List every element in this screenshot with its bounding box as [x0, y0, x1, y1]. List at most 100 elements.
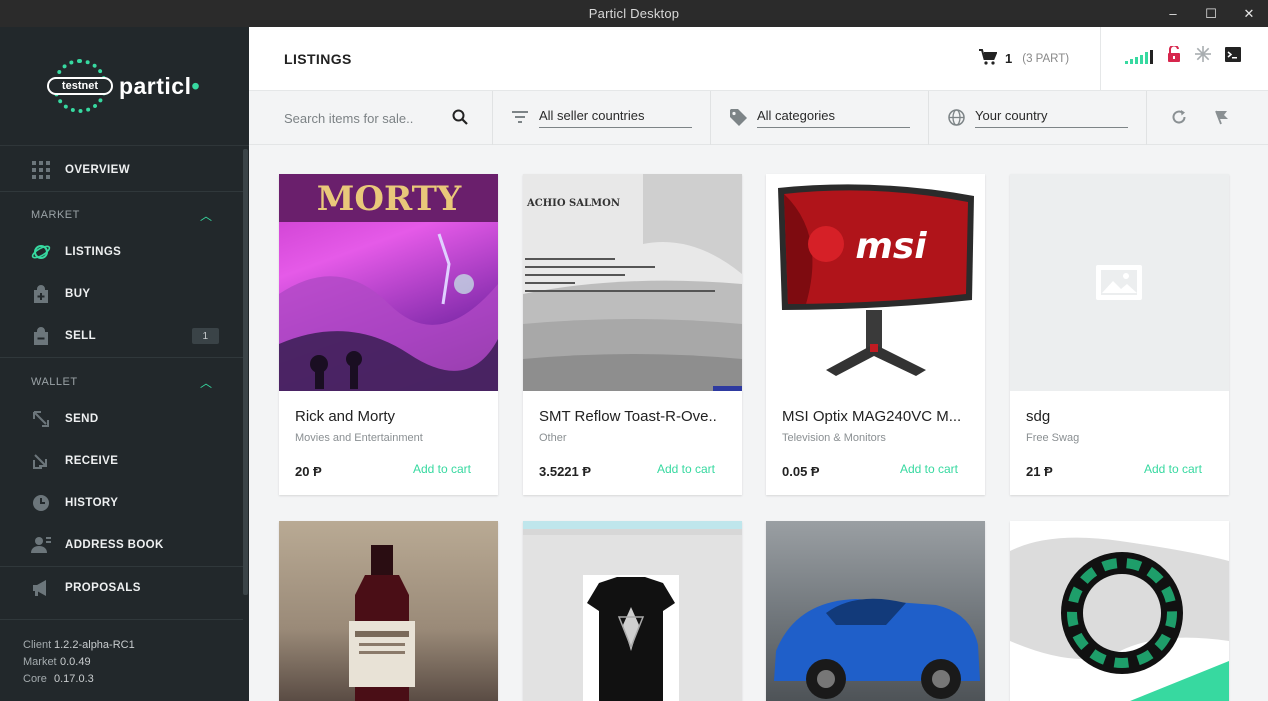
section-label-market: MARKET	[31, 209, 80, 221]
divider	[1146, 91, 1147, 145]
sidebar-scrollbar[interactable]	[243, 149, 248, 595]
brand-dot-icon: •	[191, 72, 201, 99]
image-placeholder-icon	[1096, 265, 1142, 300]
arrow-down-right-icon	[31, 451, 51, 471]
seller-country-value: All seller countries	[539, 108, 692, 128]
page-header: LISTINGS 1 (3 PART)	[249, 27, 1268, 91]
listing-title[interactable]: Rick and Morty	[295, 408, 485, 425]
listing-card[interactable]	[279, 521, 498, 701]
listing-category: Movies and Entertainment	[295, 432, 423, 444]
listing-category: Television & Monitors	[782, 432, 886, 444]
refresh-icon[interactable]	[1171, 109, 1187, 130]
close-button[interactable]: ✕	[1230, 0, 1268, 27]
window-title: Particl Desktop	[588, 6, 680, 21]
sidebar-item-buy[interactable]: BUY	[0, 273, 243, 315]
sidebar-item-label: LISTINGS	[65, 246, 122, 258]
listing-title[interactable]: sdg	[1026, 408, 1216, 425]
listing-image[interactable]	[1010, 521, 1229, 701]
listing-image[interactable]: msi	[766, 174, 985, 391]
listing-card[interactable]: msi MSI Optix MAG240VC M... Television &…	[766, 174, 985, 495]
listing-card[interactable]	[1010, 521, 1229, 701]
sidebar-item-listings[interactable]: LISTINGS	[0, 231, 243, 273]
listing-title[interactable]: SMT Reflow Toast-R-Ove..	[539, 408, 729, 425]
listing-price: 0.05 Ᵽ	[782, 464, 820, 479]
search-input[interactable]: Search items for sale..	[284, 111, 413, 126]
listing-price: 20 Ᵽ	[295, 464, 322, 479]
search-icon[interactable]	[452, 109, 468, 130]
chevron-up-icon[interactable]: ︿	[200, 207, 212, 224]
listing-category: Free Swag	[1026, 432, 1080, 444]
flag-icon[interactable]	[1214, 109, 1231, 131]
sidebar-item-label: OVERVIEW	[65, 164, 130, 176]
image-caption-text: ACHIO SALMON	[526, 198, 620, 209]
contact-icon	[31, 535, 51, 555]
cart-total: (3 PART)	[1022, 52, 1070, 65]
listing-card[interactable]	[766, 521, 985, 701]
listing-image[interactable]	[1010, 174, 1229, 391]
listing-title[interactable]: MSI Optix MAG240VC M...	[782, 408, 972, 425]
clock-icon	[31, 493, 51, 513]
listing-card[interactable]: MORTY Rick and Morty Movies and Entertai…	[279, 174, 498, 495]
divider	[1100, 27, 1101, 91]
sidebar-item-history[interactable]: HISTORY	[0, 482, 243, 524]
market-label: Market	[23, 656, 57, 668]
cart-icon	[979, 49, 998, 68]
maximize-button[interactable]: ☐	[1192, 0, 1230, 27]
sidebar-item-send[interactable]: SEND	[0, 398, 243, 440]
listing-card[interactable]	[523, 521, 742, 701]
brand[interactable]: testnet particl•	[0, 27, 249, 146]
cart-count: 1	[1005, 51, 1013, 66]
listing-image[interactable]	[523, 521, 742, 701]
console-icon[interactable]	[1225, 46, 1241, 67]
add-to-cart-button[interactable]: Add to cart	[413, 462, 471, 476]
particl-logo: testnet	[46, 55, 113, 117]
listing-image[interactable]: ACHIO SALMON	[523, 174, 742, 391]
signal-icon[interactable]	[1125, 49, 1153, 64]
sidebar-item-label: ADDRESS BOOK	[65, 539, 164, 551]
staking-icon[interactable]	[1195, 46, 1211, 67]
add-to-cart-button[interactable]: Add to cart	[1144, 462, 1202, 476]
page-title: LISTINGS	[284, 51, 352, 67]
listing-image[interactable]	[279, 521, 498, 701]
filter-list-icon	[511, 108, 529, 126]
sidebar-item-address-book[interactable]: ADDRESS BOOK	[0, 524, 243, 566]
listing-price: 3.5221 Ᵽ	[539, 464, 592, 479]
add-to-cart-button[interactable]: Add to cart	[900, 462, 958, 476]
add-to-cart-button[interactable]: Add to cart	[657, 462, 715, 476]
sidebar-item-proposals[interactable]: PROPOSALS	[0, 567, 243, 609]
listing-card[interactable]: sdg Free Swag 21 Ᵽ Add to cart	[1010, 174, 1229, 495]
tag-icon	[729, 108, 747, 126]
listing-image[interactable]	[766, 521, 985, 701]
sidebar-item-label: RECEIVE	[65, 455, 119, 467]
cart-button[interactable]: 1 (3 PART)	[979, 49, 1069, 68]
sidebar-item-sell[interactable]: SELL 1	[0, 315, 243, 357]
divider	[492, 91, 493, 145]
planet-icon	[31, 242, 51, 262]
sidebar-item-label: SEND	[65, 413, 99, 425]
client-version: 1.2.2-alpha-RC1	[54, 639, 135, 651]
chevron-up-icon[interactable]: ︿	[200, 374, 212, 391]
title-bar: Particl Desktop – ☐ ✕	[0, 0, 1268, 27]
morty-title-text: MORTY	[317, 179, 462, 219]
divider	[928, 91, 929, 145]
minimize-button[interactable]: –	[1154, 0, 1192, 27]
divider	[0, 191, 243, 192]
brand-name: particl•	[118, 72, 201, 99]
listing-card[interactable]: ACHIO SALMON SMT Reflow Toast-R-Ove.. Ot…	[523, 174, 742, 495]
country-value: Your country	[975, 108, 1128, 128]
sidebar-item-receive[interactable]: RECEIVE	[0, 440, 243, 482]
listing-image[interactable]: MORTY	[279, 174, 498, 391]
testnet-badge: testnet	[46, 77, 113, 95]
client-label: Client	[23, 639, 52, 651]
section-label-wallet: WALLET	[31, 376, 78, 388]
msi-logo-text: msi	[855, 226, 927, 267]
sidebar-item-label: BUY	[65, 288, 91, 300]
bag-icon	[31, 326, 51, 346]
filter-bar: Search items for sale.. All seller count…	[249, 91, 1268, 145]
core-version: 0.17.0.3	[54, 673, 94, 685]
sidebar-item-overview[interactable]: OVERVIEW	[0, 149, 243, 191]
status-icons	[1125, 44, 1241, 67]
sidebar-item-label: SELL	[65, 330, 96, 342]
market-version: 0.0.49	[60, 656, 91, 668]
unlocked-icon[interactable]	[1167, 44, 1181, 67]
